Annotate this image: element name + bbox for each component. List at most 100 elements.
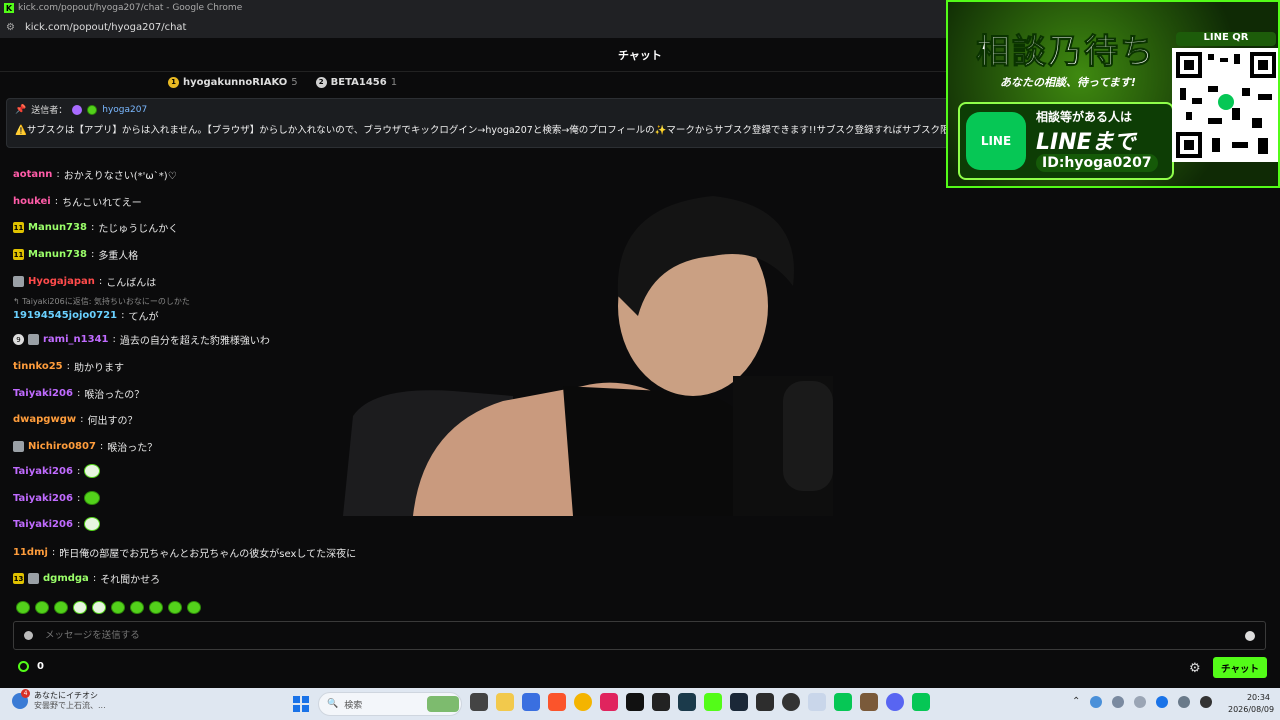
news-widget[interactable]: 4 あなたにイチオシ 安曇野で上石流、... [12, 689, 106, 711]
app-icon[interactable] [860, 693, 878, 711]
shield-icon[interactable] [24, 631, 33, 640]
gifter-item[interactable]: 2 BETA1456 1 [315, 76, 397, 88]
frog-emote-icon[interactable] [84, 517, 101, 531]
discord-icon[interactable] [886, 693, 904, 711]
chat-message[interactable]: houkei: ちんこいれてえー [13, 194, 142, 209]
username[interactable]: Taiyaki206 [13, 388, 73, 399]
app-tray-icon[interactable] [1134, 696, 1147, 708]
username[interactable]: Taiyaki206 [13, 466, 73, 477]
file-explorer-icon[interactable] [496, 693, 514, 711]
chat-message[interactable]: Taiyaki206: [13, 464, 101, 478]
message-text: 昨日俺の部屋でお兄ちゃんとお兄ちゃんの彼女がsexしてた深夜に [59, 549, 357, 560]
line-text-2: LINEまで [1036, 130, 1136, 155]
app-icon[interactable] [652, 693, 670, 711]
display-icon[interactable] [1178, 696, 1191, 708]
line-icon[interactable] [912, 693, 930, 711]
frog-emote-icon[interactable] [84, 491, 101, 505]
frog-emote-icon[interactable] [130, 601, 144, 614]
channel-points[interactable]: 0 [18, 661, 44, 672]
taskbar-search[interactable]: 🔍 検索 [318, 692, 462, 716]
chat-message[interactable]: Taiyaki206: [13, 491, 101, 505]
chat-message[interactable]: aotann: おかえりなさい(*'ω`*)♡ [13, 167, 177, 182]
frog-emote-icon[interactable] [84, 464, 101, 478]
app-icon[interactable] [522, 693, 540, 711]
clock[interactable]: 20:34 2026/08/09 [1228, 692, 1275, 716]
username[interactable]: dgmdga [43, 573, 89, 584]
date: 2026/08/09 [1228, 705, 1275, 714]
obs-icon[interactable] [782, 693, 800, 711]
app-icon[interactable] [756, 693, 774, 711]
app-icon[interactable] [600, 693, 618, 711]
username[interactable]: dwapgwgw [13, 414, 76, 425]
frog-emote-icon[interactable] [168, 601, 182, 614]
username[interactable]: Nichiro0807 [28, 441, 96, 452]
message-input[interactable] [45, 630, 1195, 641]
brave-icon[interactable] [548, 693, 566, 711]
url-text[interactable]: kick.com/popout/hyoga207/chat [25, 22, 187, 33]
username[interactable]: Hyogajapan [28, 276, 95, 287]
frog-emote-icon[interactable] [54, 601, 68, 614]
frog-emote-icon[interactable] [35, 601, 49, 614]
pinned-header: 📌 送信者： hyoga207 [15, 103, 957, 116]
username[interactable]: Manun738 [28, 249, 87, 260]
site-info-icon[interactable]: ⚙ [6, 22, 15, 33]
kick-app-icon[interactable] [704, 693, 722, 711]
volume-icon[interactable] [1200, 696, 1213, 708]
chat-message[interactable]: Taiyaki206: [13, 517, 101, 531]
chat-message[interactable]: Hyogajapan: こんばんは [13, 274, 156, 289]
chat-message[interactable]: Nichiro0807: 喉治った？ [13, 439, 157, 454]
pinned-label: 送信者： [31, 106, 68, 116]
avatar-badge-icon [13, 276, 24, 287]
chevron-up-icon[interactable]: ⌃ [1072, 696, 1080, 708]
mic-icon[interactable] [1112, 696, 1125, 708]
message-text: 喉治った？ [107, 443, 158, 454]
reply-context[interactable]: ↰ Taiyaki206に返信: 気持ちいおなにーのしかた [13, 296, 190, 307]
emoji-picker-icon[interactable] [1245, 631, 1255, 641]
chat-message[interactable]: 11dmj: 昨日俺の部屋でお兄ちゃんとお兄ちゃんの彼女がsexしてた深夜に [13, 545, 356, 560]
send-chat-button[interactable]: チャット [1213, 657, 1267, 678]
chat-input-box[interactable] [13, 621, 1266, 650]
cloud-icon[interactable] [1156, 696, 1169, 708]
message-text: それ聞かせろ [100, 575, 161, 586]
message-text: 助かります [74, 363, 124, 374]
username[interactable]: Taiyaki206 [13, 519, 73, 530]
pinned-user[interactable]: hyoga207 [102, 105, 147, 115]
frog-emote-icon[interactable] [149, 601, 163, 614]
task-view-icon[interactable] [470, 693, 488, 711]
windows-start-icon[interactable] [293, 696, 309, 712]
chat-message[interactable]: tinnko25: 助かります [13, 359, 124, 374]
steam-icon[interactable] [730, 693, 748, 711]
chat-message[interactable]: 9 rami_n1341: 過去の自分を超えた豹雅様強いわ [13, 332, 270, 347]
username[interactable]: Manun738 [28, 222, 87, 233]
line-icon[interactable] [834, 693, 852, 711]
username[interactable]: 19194545jojo0721 [13, 310, 117, 321]
message-text: 過去の自分を超えた豹雅様強いわ [119, 336, 270, 347]
pinned-message[interactable]: 📌 送信者： hyoga207 ⚠️サブスクは【アプリ】からは入れません。【ブラ… [6, 98, 966, 148]
chat-message[interactable]: 11 Manun738: たじゅうじんかく [13, 220, 178, 235]
username[interactable]: houkei [13, 196, 51, 207]
username[interactable]: rami_n1341 [43, 334, 108, 345]
chat-message[interactable]: dwapgwgw: 何出すの？ [13, 412, 137, 427]
gear-icon[interactable]: ⚙ [1189, 661, 1201, 676]
frog-emote-icon[interactable] [16, 601, 30, 614]
chat-message[interactable]: 13 dgmdga: それ聞かせろ [13, 571, 160, 586]
username[interactable]: tinnko25 [13, 361, 63, 372]
frog-emote-icon[interactable] [73, 601, 87, 614]
app-icon[interactable] [678, 693, 696, 711]
chrome-icon[interactable] [574, 693, 592, 711]
app-icon[interactable] [808, 693, 826, 711]
tiktok-icon[interactable] [626, 693, 644, 711]
gifter-item[interactable]: 1 hyogakunnoRIAKO 5 [168, 76, 298, 88]
chat-message[interactable]: Taiyaki206: 喉治ったの？ [13, 386, 144, 401]
promo-subtitle: あなたの相談、待ってます! [1000, 76, 1136, 89]
chat-message[interactable]: 11 Manun738: 多重人格 [13, 247, 138, 262]
chat-message[interactable]: 19194545jojo0721: てんが [13, 308, 158, 323]
frog-emote-icon[interactable] [111, 601, 125, 614]
top-gifters-bar: 1 hyogakunnoRIAKO 5 2 BETA1456 1 [168, 74, 397, 90]
frog-emote-icon[interactable] [92, 601, 106, 614]
username[interactable]: aotann [13, 169, 52, 180]
frog-emote-icon[interactable] [187, 601, 201, 614]
username[interactable]: 11dmj [13, 547, 48, 558]
network-icon[interactable] [1090, 696, 1103, 708]
username[interactable]: Taiyaki206 [13, 493, 73, 504]
